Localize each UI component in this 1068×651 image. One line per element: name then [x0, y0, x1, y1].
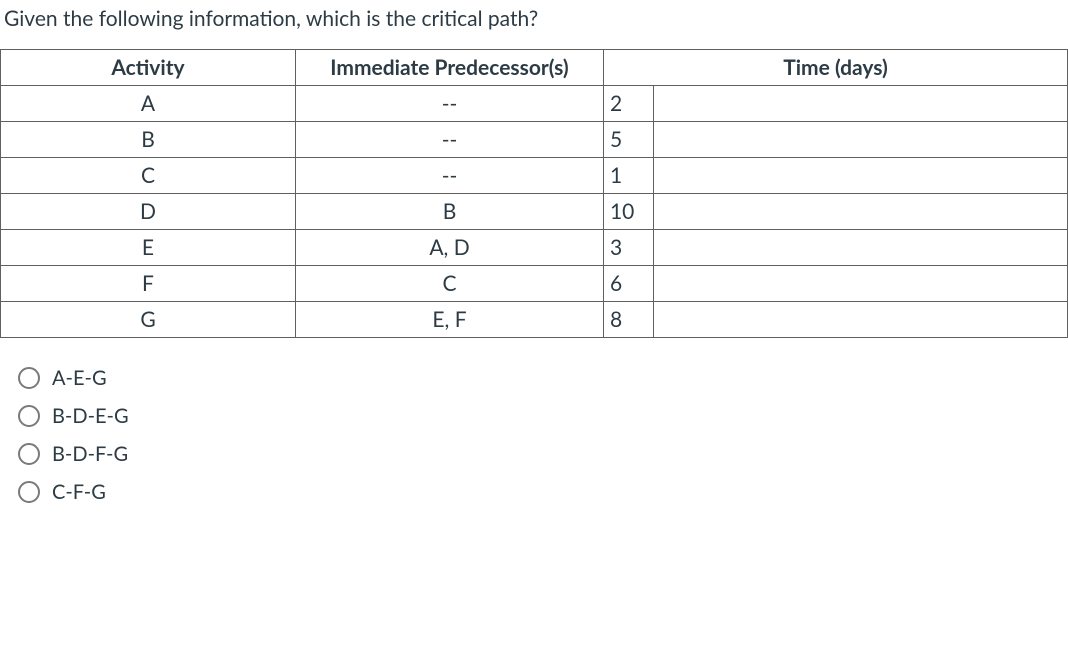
cell-empty: [654, 122, 1068, 158]
header-activity: Activity: [1, 50, 296, 86]
activity-table: Activity Immediate Predecessor(s) Time (…: [0, 49, 1068, 338]
cell-empty: [654, 86, 1068, 122]
cell-empty: [654, 158, 1068, 194]
cell-activity: A: [1, 86, 296, 122]
table-row: C--1: [1, 158, 1068, 194]
question-text: Given the following information, which i…: [0, 6, 1068, 49]
radio-button[interactable]: [18, 405, 40, 427]
cell-time: 8: [604, 302, 654, 338]
cell-activity: D: [1, 194, 296, 230]
cell-activity: C: [1, 158, 296, 194]
cell-predecessor: C: [296, 266, 604, 302]
cell-time: 2: [604, 86, 654, 122]
radio-button[interactable]: [18, 481, 40, 503]
table-row: FC6: [1, 266, 1068, 302]
option-label: A-E-G: [52, 366, 107, 390]
table-row: DB10: [1, 194, 1068, 230]
cell-time: 6: [604, 266, 654, 302]
cell-predecessor: --: [296, 122, 604, 158]
cell-predecessor: --: [296, 158, 604, 194]
cell-empty: [654, 302, 1068, 338]
radio-button[interactable]: [18, 443, 40, 465]
option-label: C-F-G: [52, 480, 106, 504]
option-row[interactable]: B-D-E-G: [18, 404, 1068, 428]
table-row: B--5: [1, 122, 1068, 158]
cell-activity: F: [1, 266, 296, 302]
option-row[interactable]: B-D-F-G: [18, 442, 1068, 466]
cell-time: 3: [604, 230, 654, 266]
cell-predecessor: E, F: [296, 302, 604, 338]
cell-predecessor: --: [296, 86, 604, 122]
table-row: A--2: [1, 86, 1068, 122]
header-time: Time (days): [604, 50, 1068, 86]
cell-empty: [654, 266, 1068, 302]
cell-empty: [654, 230, 1068, 266]
options-group: A-E-G B-D-E-G B-D-F-G C-F-G: [0, 366, 1068, 504]
table-row: GE, F8: [1, 302, 1068, 338]
cell-activity: E: [1, 230, 296, 266]
header-predecessor: Immediate Predecessor(s): [296, 50, 604, 86]
table-row: EA, D3: [1, 230, 1068, 266]
radio-button[interactable]: [18, 367, 40, 389]
cell-activity: G: [1, 302, 296, 338]
cell-activity: B: [1, 122, 296, 158]
cell-time: 5: [604, 122, 654, 158]
cell-empty: [654, 194, 1068, 230]
cell-time: 10: [604, 194, 654, 230]
option-label: B-D-F-G: [52, 442, 128, 466]
cell-predecessor: A, D: [296, 230, 604, 266]
cell-time: 1: [604, 158, 654, 194]
option-row[interactable]: C-F-G: [18, 480, 1068, 504]
cell-predecessor: B: [296, 194, 604, 230]
option-label: B-D-E-G: [52, 404, 129, 428]
option-row[interactable]: A-E-G: [18, 366, 1068, 390]
